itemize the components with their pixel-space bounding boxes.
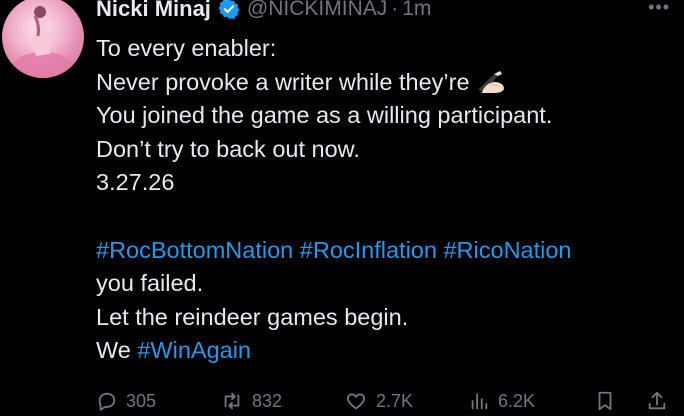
author-handle[interactable]: @NICKIMINAJ xyxy=(247,0,387,21)
hashtag-link[interactable]: #WinAgain xyxy=(137,337,251,363)
hashtag-link[interactable]: #RocInflation xyxy=(300,237,437,263)
text-line-final: We #WinAgain xyxy=(96,334,676,368)
like-count: 2.7K xyxy=(376,390,414,411)
writing-hand-emoji xyxy=(476,70,506,104)
hashtag-link[interactable]: #RocBottomNation xyxy=(96,237,293,263)
avatar[interactable] xyxy=(2,0,84,78)
views-count: 6.2K xyxy=(498,390,536,411)
share-button[interactable] xyxy=(646,390,668,412)
action-bar: 305 832 2.7K 6.2K xyxy=(96,390,676,416)
like-icon xyxy=(347,393,365,410)
bookmark-button[interactable] xyxy=(594,390,616,412)
reply-icon xyxy=(98,392,116,411)
text-prefix: We xyxy=(96,337,131,363)
repost-button[interactable]: 832 xyxy=(220,390,282,412)
tweet: Nicki Minaj @NICKIMINAJ · 1m ••• To ever… xyxy=(0,0,684,416)
views-icon xyxy=(471,393,488,410)
verified-badge-icon xyxy=(218,0,240,20)
text-line: Don’t try to back out now. xyxy=(96,135,360,162)
hashtag-line: #RocBottomNation #RocInflation #RicoNati… xyxy=(96,234,676,268)
text-line: You joined the game as a willing partici… xyxy=(96,102,553,128)
text-line-with-emoji: Never provoke a writer while they’re xyxy=(96,66,676,100)
timestamp[interactable]: 1m xyxy=(402,0,431,21)
text-line: 3.27.26 xyxy=(96,169,175,195)
tweet-text: To every enabler: Never provoke a writer… xyxy=(96,32,676,368)
repost-count: 832 xyxy=(252,390,283,411)
reply-count: 305 xyxy=(126,390,157,411)
reply-button[interactable]: 305 xyxy=(96,390,156,412)
text-line: you failed. xyxy=(96,270,204,296)
bookmark-icon xyxy=(598,391,612,411)
separator-dot: · xyxy=(391,0,399,20)
text-line: To every enabler: xyxy=(96,35,277,61)
author-name[interactable]: Nicki Minaj xyxy=(96,0,211,22)
share-icon xyxy=(648,391,666,410)
hashtag-link[interactable]: #RicoNation xyxy=(443,237,571,263)
text-line: Let the reindeer games begin. xyxy=(96,303,409,330)
repost-icon xyxy=(224,392,240,410)
like-button[interactable]: 2.7K xyxy=(344,390,413,412)
text-line: Never provoke a writer while they’re xyxy=(96,68,470,95)
tweet-header: Nicki Minaj @NICKIMINAJ · 1m ••• xyxy=(96,0,670,24)
more-icon[interactable]: ••• xyxy=(648,0,670,16)
views-button[interactable]: 6.2K xyxy=(468,390,535,412)
